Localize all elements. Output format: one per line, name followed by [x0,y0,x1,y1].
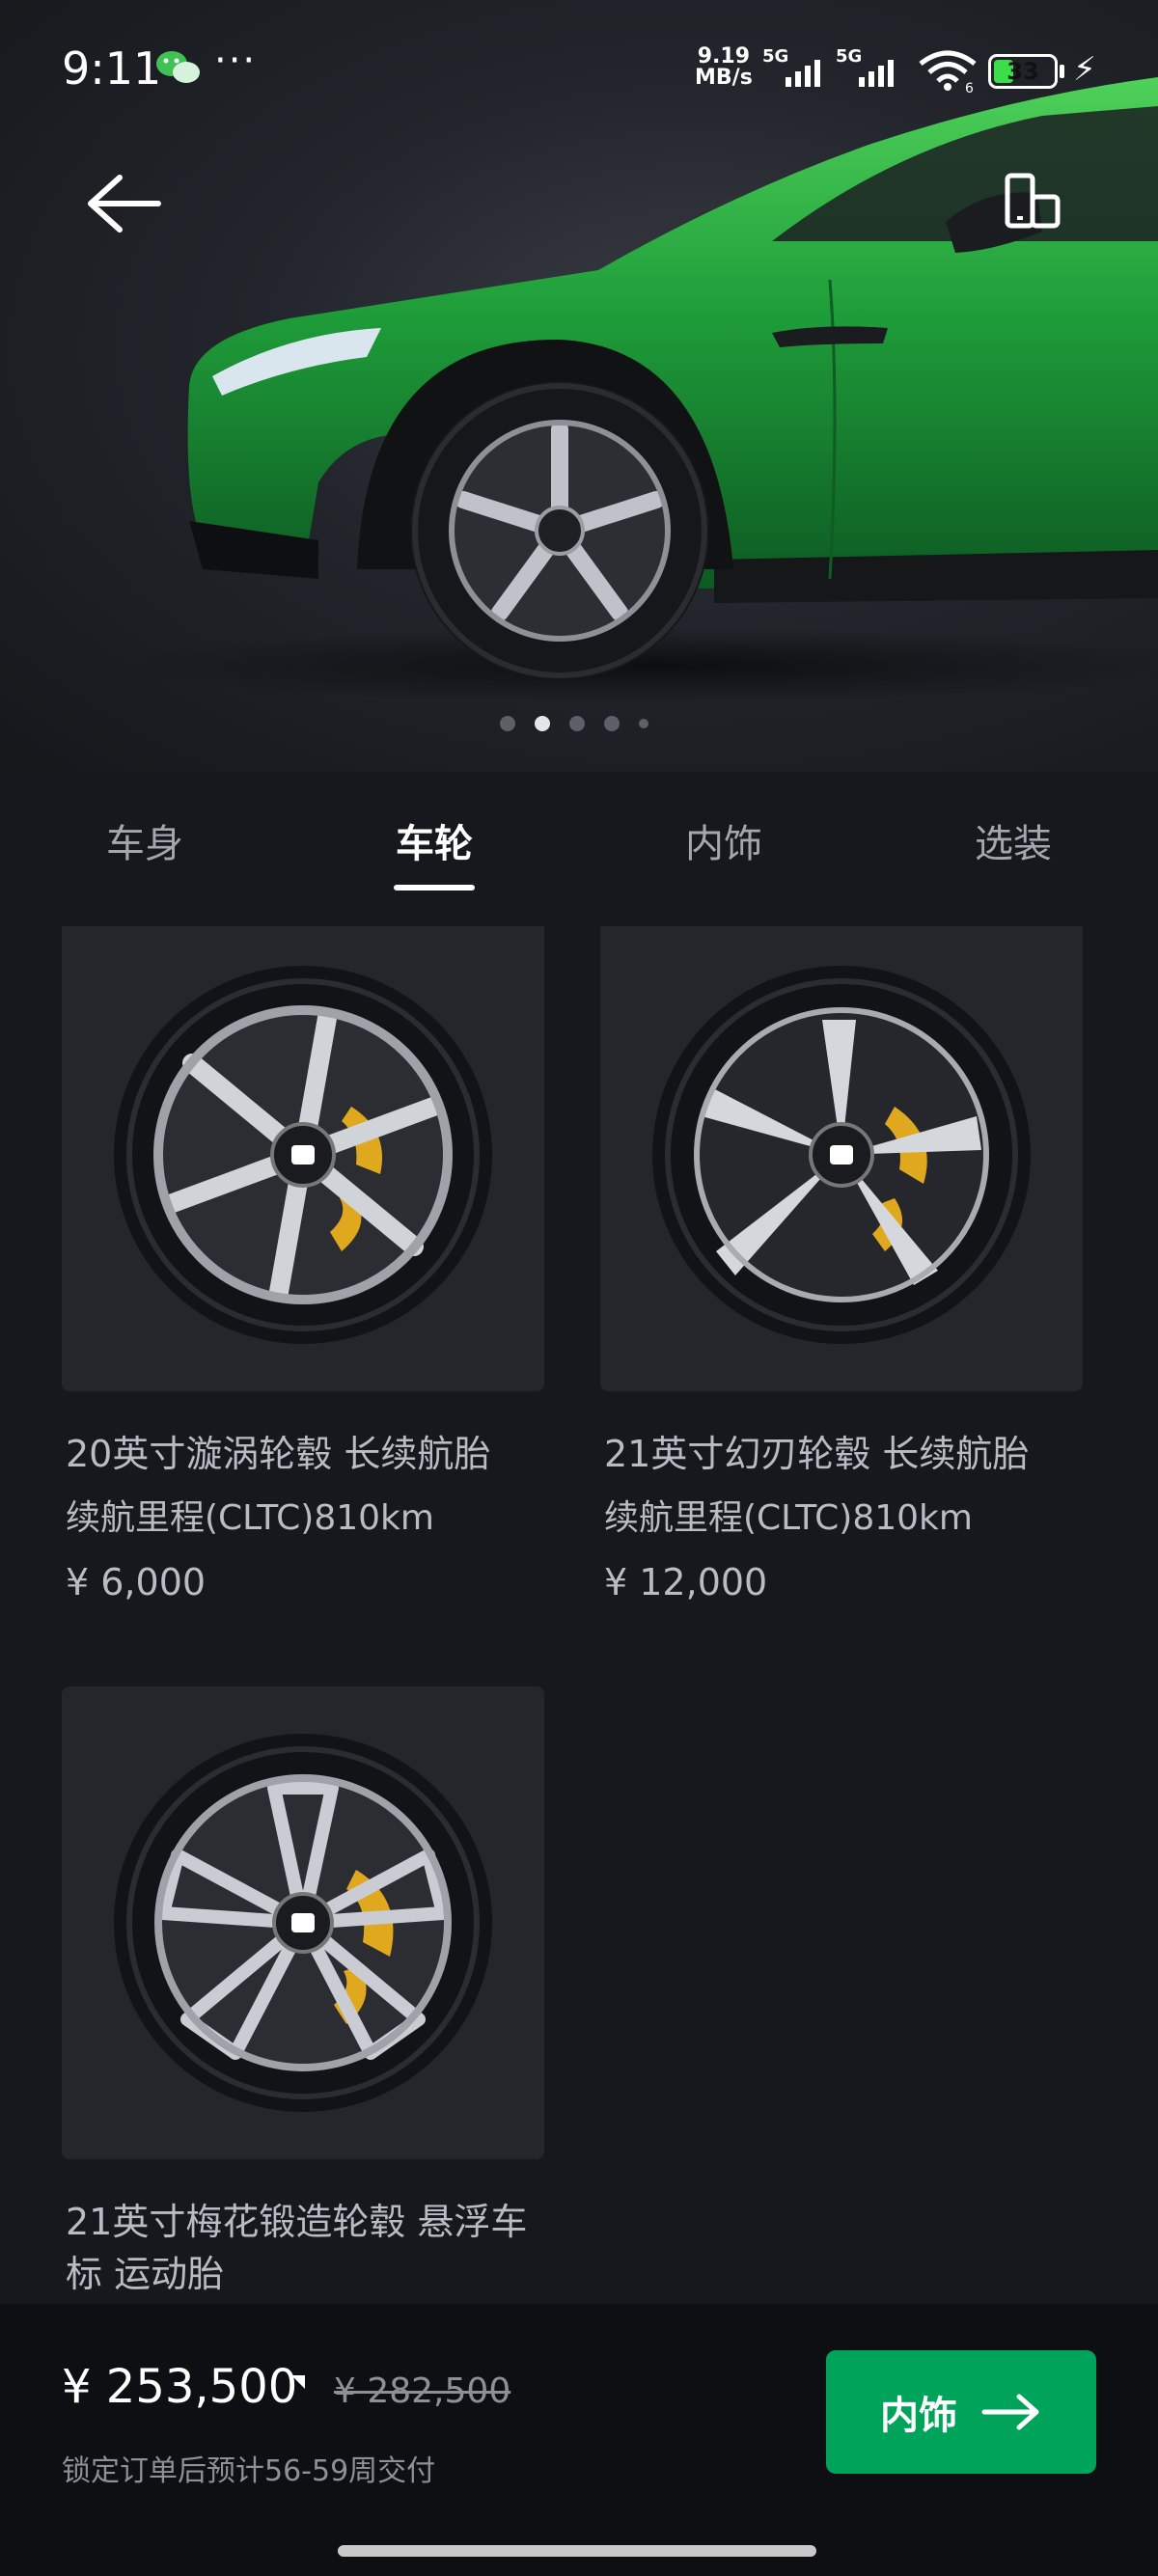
tab-body[interactable]: 车身 [0,772,290,926]
wheel-image [600,926,1083,1391]
wheel-range: 续航里程(CLTC)810km [66,1498,434,1538]
status-time: 9:11 [62,42,162,95]
arrow-right-icon [981,2394,1039,2430]
signal-icon-sim1: 5G [762,46,820,87]
carousel-dot[interactable] [500,716,515,731]
battery-icon: 33 [988,54,1058,89]
wechat-icon [156,51,200,83]
home-indicator[interactable] [338,2545,816,2557]
checkout-bar: ¥ 253,500 ¥ 282,500 锁定订单后预计56-59周交付 内饰 [0,2304,1158,2576]
car-hero-image[interactable]: 9:11 ··· 9.19 MB/s 5G 5G 6 33 ⚡ [0,0,1158,772]
wheel-title: 21英寸梅花锻造轮毂 悬浮车标 运动胎 [66,2201,528,2295]
svg-text:5G: 5G [836,46,862,67]
wheel-options-grid: 20英寸漩涡轮毂 长续航胎 续航里程(CLTC)810km ¥ 6,000 21… [0,926,1158,2304]
delivery-estimate: 锁定订单后预计56-59周交付 [62,2454,436,2488]
carousel-dot[interactable] [604,716,620,731]
wifi-icon: 6 [919,50,977,93]
carousel-dot[interactable] [639,719,648,728]
network-speed: 9.19 MB/s [695,44,753,90]
wheel-option-card[interactable]: 20英寸漩涡轮毂 长续航胎 续航里程(CLTC)810km ¥ 6,000 [62,926,544,1603]
carousel-indicator [500,714,648,733]
tab-wheels[interactable]: 车轮 [290,772,579,926]
wheel-image [62,926,544,1391]
more-notifications-icon: ··· [214,39,258,83]
status-bar: 9:11 ··· 9.19 MB/s 5G 5G 6 33 ⚡ [0,0,1158,135]
svg-text:5G: 5G [762,46,788,67]
wheel-range: 续航里程(CLTC)810km [604,1498,973,1538]
wheel-price: ¥ 6,000 [66,1561,207,1603]
original-price: ¥ 282,500 [334,2371,511,2411]
svg-text:6: 6 [965,81,974,93]
price-detail-icon[interactable] [288,2371,309,2393]
tab-options[interactable]: 选装 [868,772,1158,926]
wheel-title: 20英寸漩涡轮毂 长续航胎 [66,1433,491,1475]
tab-interior[interactable]: 内饰 [579,772,868,926]
wheel-option-card[interactable]: 21英寸梅花锻造轮毂 悬浮车标 运动胎 [62,1686,544,2300]
carousel-dot[interactable] [535,716,550,731]
charging-icon: ⚡ [1073,50,1096,89]
config-tabs: 车身 车轮 内饰 选装 [0,772,1158,926]
rotate-view-icon[interactable] [1000,172,1062,233]
wheel-title: 21英寸幻刃轮毂 长续航胎 [604,1433,1030,1475]
signal-icon-sim2: 5G [836,46,894,87]
next-step-label: 内饰 [880,2394,957,2438]
carousel-dot[interactable] [569,716,585,731]
wheel-image [62,1686,544,2159]
back-arrow-icon[interactable] [81,170,164,237]
wheel-price: ¥ 12,000 [604,1561,768,1603]
wheel-option-card[interactable]: 21英寸幻刃轮毂 长续航胎 续航里程(CLTC)810km ¥ 12,000 [600,926,1083,1603]
current-price: ¥ 253,500 [62,2360,298,2414]
next-step-button[interactable]: 内饰 [826,2350,1096,2474]
